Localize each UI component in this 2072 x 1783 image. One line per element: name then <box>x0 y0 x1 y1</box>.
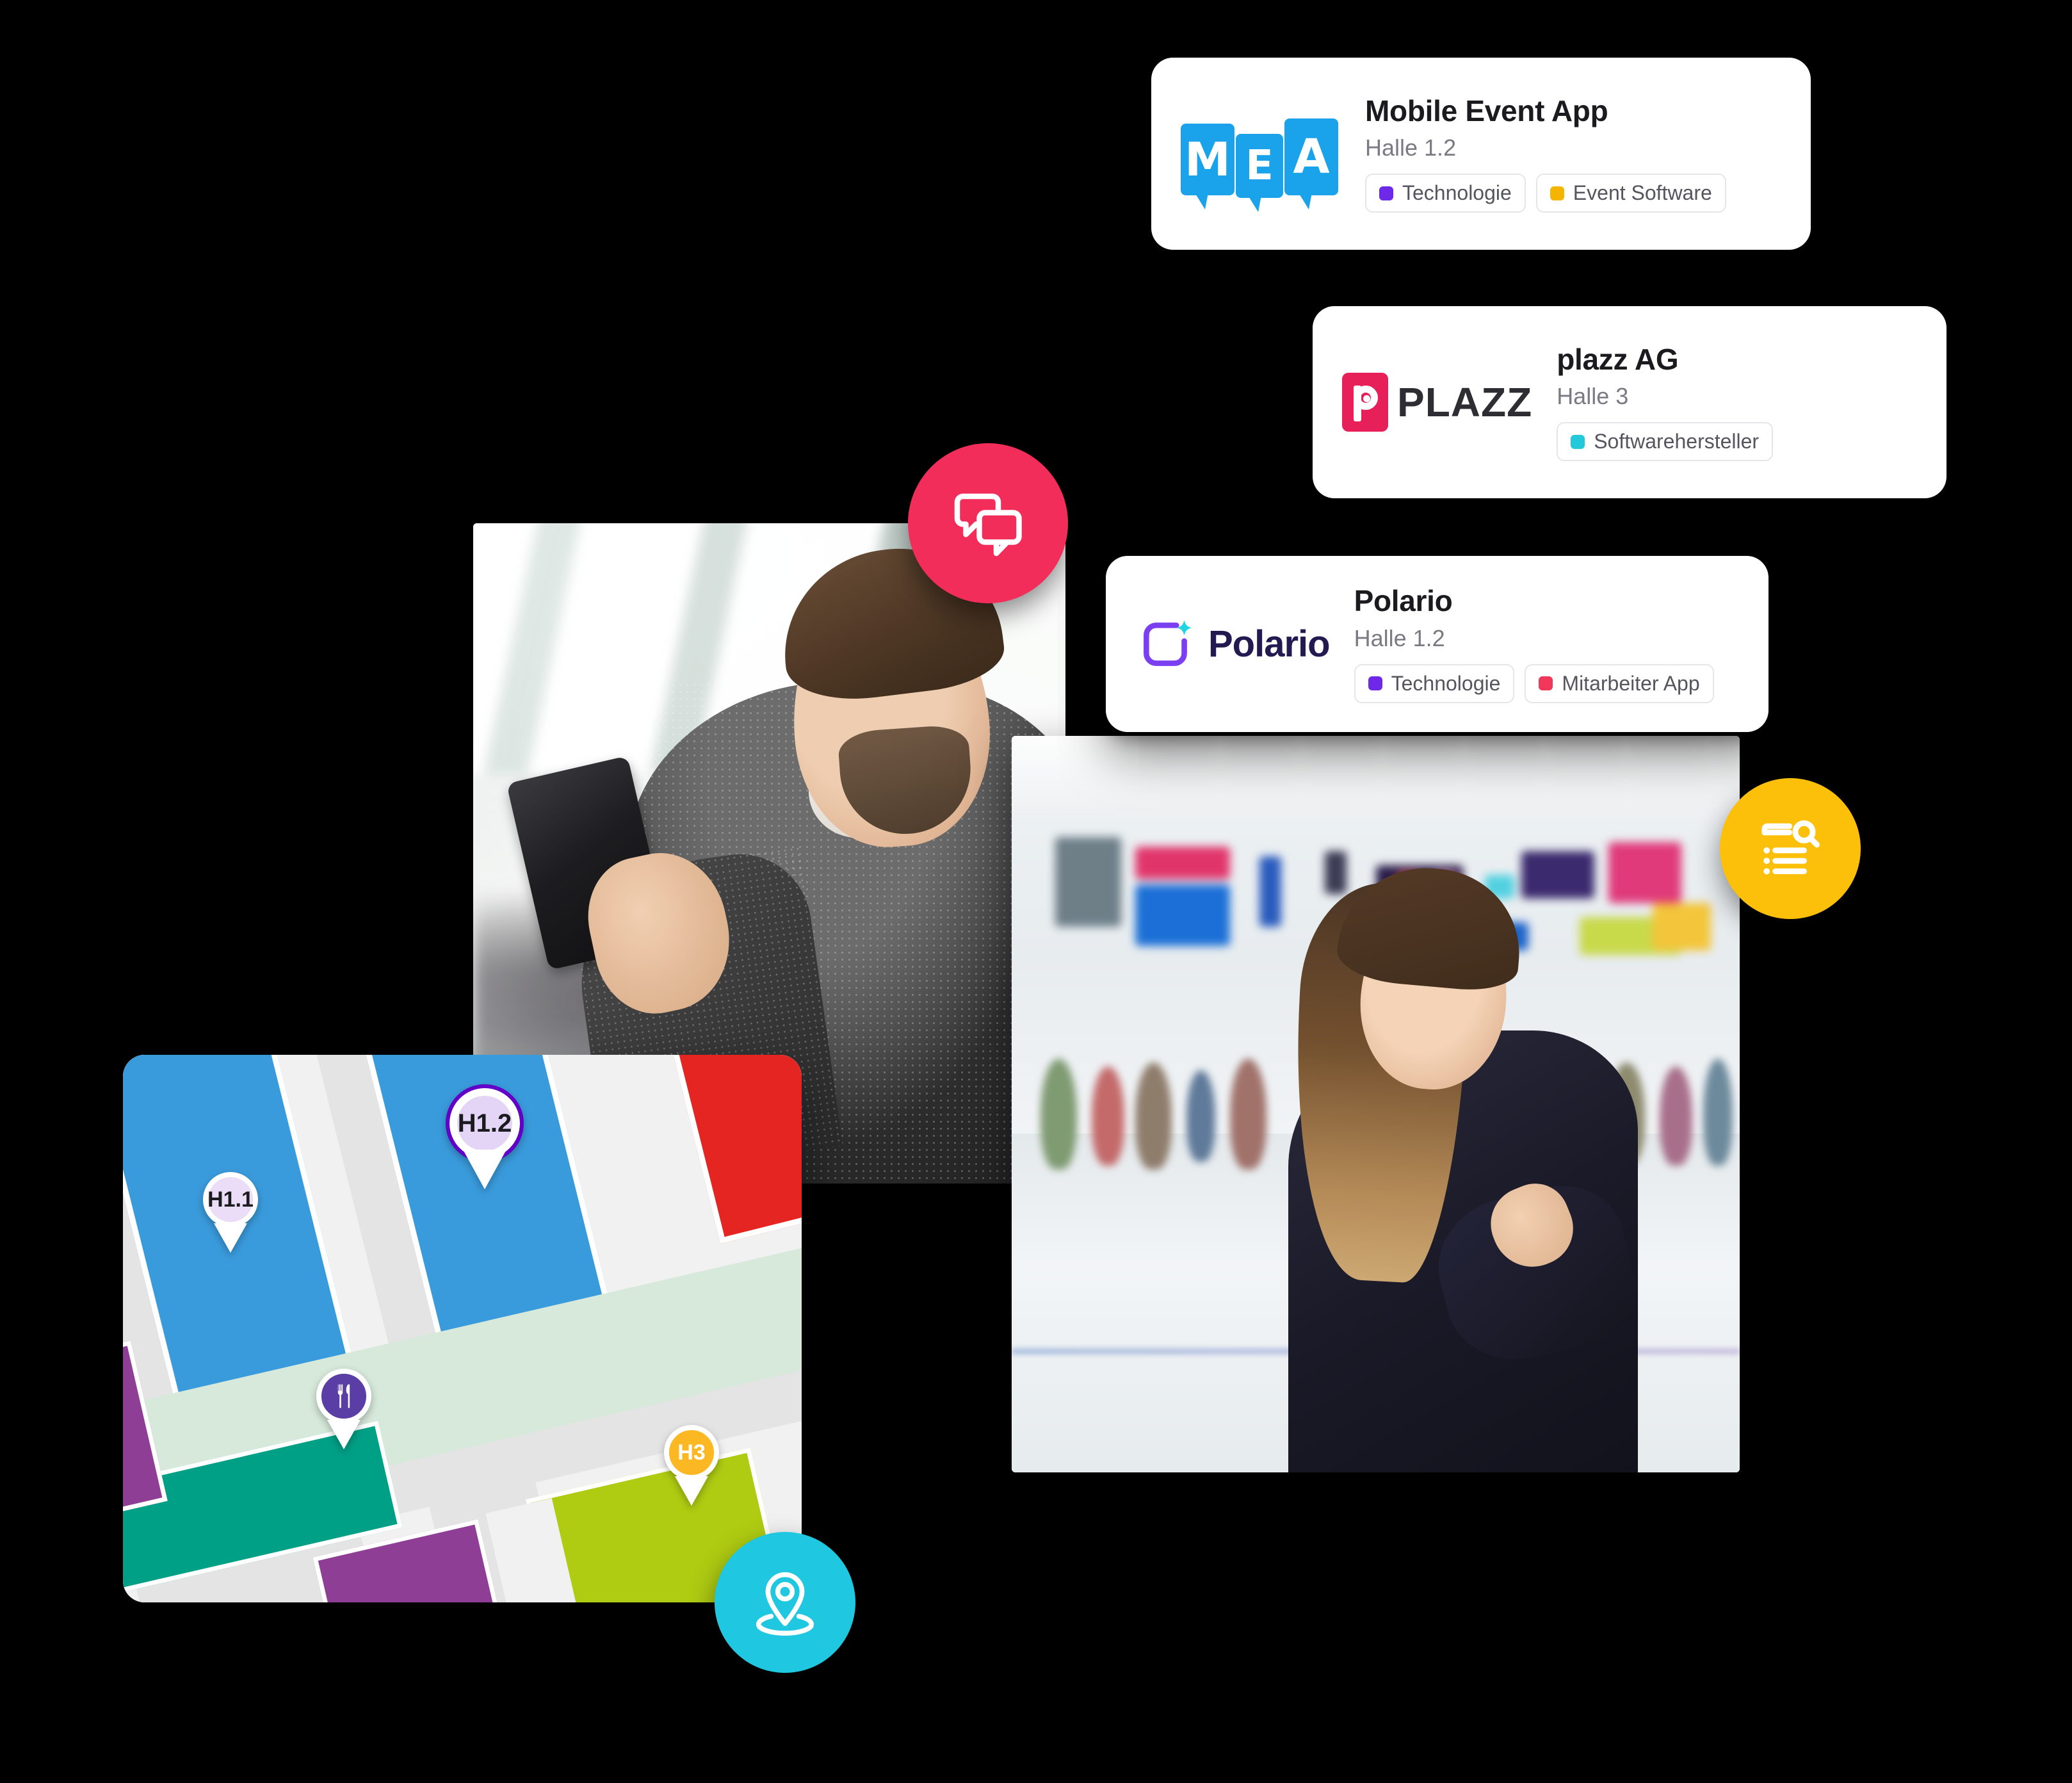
exhibitor-hall: Halle 3 <box>1557 383 1629 410</box>
map-pin-tail <box>675 1476 708 1506</box>
map-pin-h11[interactable]: H1.1 <box>203 1172 258 1253</box>
list-search-icon <box>1761 820 1820 875</box>
exhibitor-name: plazz AG <box>1557 342 1679 376</box>
card-body: Polario Halle 1.2 Technologie Mitarbeite… <box>1354 585 1714 703</box>
exhibitor-card-polario[interactable]: Polario Polario Halle 1.2 Technologie Mi… <box>1106 556 1768 732</box>
tag-event-software[interactable]: Event Software <box>1535 174 1726 213</box>
plazz-wordmark: PLAZZ <box>1397 379 1533 425</box>
map-pin-tail <box>327 1420 360 1449</box>
map-pin-tail <box>214 1223 247 1253</box>
map-pin-tail <box>463 1150 506 1189</box>
tag-mitarbeiter-app[interactable]: Mitarbeiter App <box>1525 664 1714 703</box>
exhibitor-hall: Halle 1.2 <box>1354 624 1445 651</box>
map-canvas[interactable]: H1.1 H1.2 H3 <box>123 1055 802 1602</box>
chat-fab-button[interactable] <box>908 443 1068 603</box>
map-pin-h3[interactable]: H3 <box>664 1425 719 1506</box>
polario-logo-mark: Polario <box>1135 613 1331 676</box>
tag-row: Technologie Mitarbeiter App <box>1354 664 1714 703</box>
tag-label: Event Software <box>1573 181 1712 205</box>
tag-softwarehersteller[interactable]: Softwarehersteller <box>1557 422 1774 462</box>
map-card[interactable]: H1.1 H1.2 H3 <box>123 1055 802 1602</box>
card-body: Mobile Event App Halle 1.2 Technologie E… <box>1365 94 1726 213</box>
map-pin-bubble: H3 <box>664 1425 719 1480</box>
plazz-p-mark <box>1342 373 1388 432</box>
mea-logo: M E A <box>1181 106 1341 212</box>
map-pin-bubble <box>316 1369 371 1424</box>
tag-label: Mitarbeiter App <box>1562 671 1700 695</box>
tag-row: Softwarehersteller <box>1557 422 1774 462</box>
exhibitor-card-mobile-event-app[interactable]: M E A Mobile Event App Halle 1.2 Technol… <box>1151 58 1811 250</box>
tag-row: Technologie Event Software <box>1365 174 1726 213</box>
tag-color-dot <box>1379 186 1393 200</box>
polario-logo: Polario <box>1135 613 1331 676</box>
list-search-fab-button[interactable] <box>1720 778 1861 919</box>
map-pin-label: H1.2 <box>457 1109 512 1137</box>
tag-label: Softwarehersteller <box>1594 430 1760 453</box>
plazz-logo-mark: PLAZZ <box>1342 373 1532 432</box>
tag-technologie[interactable]: Technologie <box>1365 174 1526 213</box>
plazz-logo: PLAZZ <box>1342 373 1532 432</box>
chat-bubbles-icon <box>954 493 1022 557</box>
map-pin-label: H3 <box>677 1440 706 1465</box>
tag-color-dot <box>1550 186 1564 200</box>
map-pin-bubble: H1.2 <box>446 1084 524 1162</box>
polario-square-sparkle-icon <box>1144 619 1192 666</box>
photo-woman-smiling <box>1012 736 1740 1472</box>
exhibitor-name: Mobile Event App <box>1365 94 1608 127</box>
exhibitor-name: Polario <box>1354 584 1453 617</box>
map-pin-label: H1.1 <box>207 1187 254 1212</box>
tag-color-dot <box>1368 676 1382 691</box>
map-pin-icon <box>756 1572 814 1636</box>
tag-color-dot <box>1571 434 1585 449</box>
fork-knife-icon <box>337 1384 350 1408</box>
exhibitor-card-plazz-ag[interactable]: PLAZZ plazz AG Halle 3 Softwareherstelle… <box>1313 306 1947 498</box>
tag-technologie[interactable]: Technologie <box>1354 664 1515 703</box>
mea-letter-e: E <box>1236 134 1283 212</box>
map-pin-bubble: H1.1 <box>203 1172 258 1227</box>
collage-stage: H1.1 H1.2 H3 M E A Mobile Event App Hall… <box>0 0 2072 1783</box>
map-pin-fab-button[interactable] <box>715 1532 855 1673</box>
tag-label: Technologie <box>1391 671 1501 695</box>
polario-wordmark: Polario <box>1208 623 1331 665</box>
mea-letter-a: A <box>1284 118 1338 209</box>
tag-color-dot <box>1539 676 1553 691</box>
map-pin-h12[interactable]: H1.2 <box>446 1084 524 1189</box>
tag-label: Technologie <box>1402 181 1512 205</box>
exhibitor-hall: Halle 1.2 <box>1365 134 1457 161</box>
mea-letter-m: M <box>1181 124 1234 209</box>
map-pin-restaurant[interactable] <box>316 1369 371 1449</box>
mea-logo-mark: M E A <box>1181 106 1341 212</box>
card-body: plazz AG Halle 3 Softwarehersteller <box>1557 342 1774 462</box>
